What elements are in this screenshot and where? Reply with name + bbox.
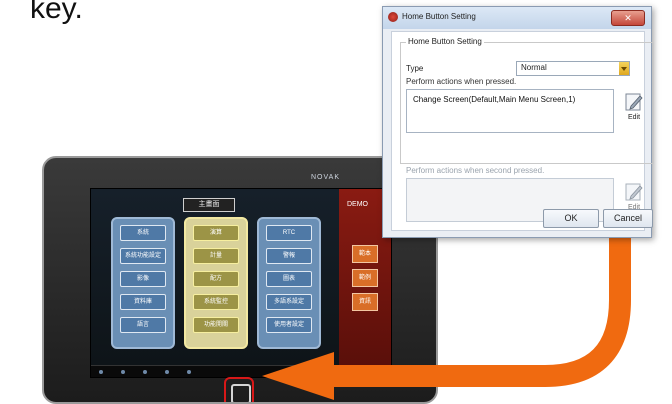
edit-icon xyxy=(625,183,643,201)
action-item[interactable]: Change Screen(Default,Main Menu Screen,1… xyxy=(413,95,575,104)
dropdown-arrow-icon[interactable] xyxy=(619,62,629,75)
arrow-head xyxy=(262,352,334,400)
app-icon xyxy=(388,12,398,22)
ok-button[interactable]: OK xyxy=(543,209,599,228)
pressed-actions-list[interactable]: Change Screen(Default,Main Menu Screen,1… xyxy=(406,89,614,133)
home-button-setting-dialog: Home Button Setting ✕ Home Button Settin… xyxy=(382,6,654,238)
type-value: Normal xyxy=(521,63,547,72)
type-select[interactable]: Normal xyxy=(516,61,630,76)
dialog-titlebar: Home Button Setting ✕ xyxy=(383,7,651,29)
edit-button[interactable]: Edit xyxy=(622,92,646,126)
pressed-actions-label: Perform actions when pressed. xyxy=(406,77,517,86)
arrow-shaft xyxy=(332,236,631,387)
edit-icon xyxy=(625,93,643,111)
dialog-body: Home Button Setting Type Normal Perform … xyxy=(391,31,654,231)
dialog-title: Home Button Setting xyxy=(402,12,476,21)
group-label: Home Button Setting xyxy=(406,37,484,46)
second-press-label: Perform actions when second pressed. xyxy=(406,166,545,175)
close-button[interactable]: ✕ xyxy=(611,10,645,26)
edit-label: Edit xyxy=(627,114,641,121)
type-label: Type xyxy=(406,64,424,73)
cancel-button[interactable]: Cancel xyxy=(603,209,653,228)
